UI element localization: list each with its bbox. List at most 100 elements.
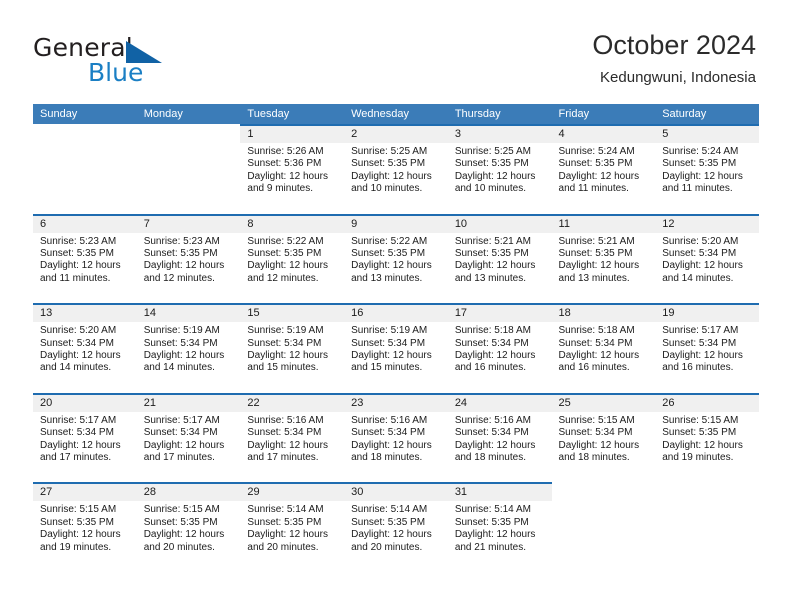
daylight-text-line2: and 11 minutes.: [662, 183, 733, 195]
sunset-text: Sunset: 5:35 PM: [454, 158, 529, 170]
day-details: Sunrise: 5:21 AM Sunset: 5:35 PM Daylight:…: [448, 233, 552, 286]
sunset-text: Sunset: 5:34 PM: [662, 248, 737, 259]
daylight-text-line2: and 12 minutes.: [143, 272, 215, 284]
daylight-text-line2: and 15 minutes.: [247, 362, 319, 374]
sunrise-text: Sunrise: 5:22 AM: [247, 235, 324, 247]
day-cell[interactable]: 9 Sunrise: 5:22 AM Sunset: 5:35 PM Daylight…: [344, 213, 448, 304]
day-cell[interactable]: 13 Sunrise: 5:20 AM Sunset: 5:34 PM Dayligh…: [33, 303, 137, 393]
day-cell[interactable]: 4 Sunrise: 5:24 AM Sunset: 5:35 PM Daylight…: [551, 124, 656, 214]
day-details: Sunrise: 5:19 AM Sunset: 5:34 PM Daylight:…: [344, 322, 448, 375]
weekday-header-tuesday: Tuesday: [247, 108, 290, 120]
daylight-text-line2: and 20 minutes.: [143, 541, 215, 553]
sunrise-text: Sunrise: 5:17 AM: [40, 414, 117, 426]
daylight-text-line1: Daylight: 12 hours: [558, 170, 640, 182]
day-cell[interactable]: 12 Sunrise: 5:20 AM Sunset: 5:34 PM Dayligh…: [655, 213, 759, 304]
day-number: [552, 482, 656, 499]
day-details: Sunrise: 5:26 AM Sunset: 5:36 PM Daylight:…: [240, 143, 344, 196]
week-row: 1 Sunrise: 5:26 AM Sunset: 5:36 PM Daylight…: [33, 124, 759, 214]
sunrise-text: Sunrise: 5:16 AM: [247, 414, 324, 426]
day-cell[interactable]: 8 Sunrise: 5:22 AM Sunset: 5:35 PM Daylight…: [240, 213, 345, 304]
day-number: 1: [240, 126, 345, 143]
day-cell[interactable]: 24 Sunrise: 5:16 AM Sunset: 5:34 PM Dayligh…: [447, 392, 552, 483]
sunset-text: Sunset: 5:35 PM: [40, 516, 114, 528]
day-cell[interactable]: 2 Sunrise: 5:25 AM Sunset: 5:35 PM Daylight…: [344, 124, 448, 214]
daylight-text-line2: and 16 minutes.: [558, 362, 630, 374]
day-details: Sunrise: 5:24 AM Sunset: 5:35 PM Daylight:…: [552, 143, 656, 196]
day-cell[interactable]: 1 Sunrise: 5:26 AM Sunset: 5:36 PM Daylight…: [240, 124, 345, 214]
sunrise-text: Sunrise: 5:20 AM: [662, 235, 739, 247]
daylight-text-line1: Daylight: 12 hours: [247, 529, 329, 541]
day-number: 7: [136, 215, 241, 233]
day-cell[interactable]: 14 Sunrise: 5:19 AM Sunset: 5:34 PM Dayligh…: [136, 303, 241, 393]
day-cell[interactable]: 23 Sunrise: 5:16 AM Sunset: 5:34 PM Dayligh…: [344, 392, 448, 483]
day-cell[interactable]: 11 Sunrise: 5:21 AM Sunset: 5:35 PM Dayligh…: [551, 213, 656, 304]
day-cell[interactable]: 28 Sunrise: 5:15 AM Sunset: 5:35 PM Dayligh…: [136, 482, 241, 572]
sunset-text: Sunset: 5:35 PM: [454, 248, 529, 259]
day-number: [137, 124, 241, 141]
daylight-text-line1: Daylight: 12 hours: [351, 350, 432, 361]
daylight-text-line1: Daylight: 12 hours: [454, 529, 536, 541]
brand-logo[interactable]: General Blue: [33, 33, 233, 89]
daylight-text-line1: Daylight: 12 hours: [558, 350, 640, 361]
daylight-text-line1: Daylight: 12 hours: [351, 529, 432, 541]
week-row: 6 Sunrise: 5:23 AM Sunset: 5:35 PM Daylight…: [33, 213, 759, 304]
day-details: Sunrise: 5:15 AM Sunset: 5:35 PM Daylight:…: [655, 412, 759, 465]
day-cell[interactable]: 20 Sunrise: 5:17 AM Sunset: 5:34 PM Dayligh…: [33, 392, 137, 483]
day-details: Sunrise: 5:19 AM Sunset: 5:34 PM Daylight:…: [137, 322, 241, 375]
day-cell[interactable]: 22 Sunrise: 5:16 AM Sunset: 5:34 PM Dayligh…: [240, 392, 345, 483]
day-cell[interactable]: 10 Sunrise: 5:21 AM Sunset: 5:35 PM Dayligh…: [447, 213, 552, 304]
day-details: Sunrise: 5:22 AM Sunset: 5:35 PM Daylight:…: [240, 233, 344, 286]
day-number: 21: [136, 394, 241, 412]
day-cell-empty: [655, 482, 759, 572]
day-number: 15: [240, 305, 345, 323]
daylight-text-line1: Daylight: 12 hours: [351, 260, 432, 272]
sunset-text: Sunset: 5:35 PM: [247, 248, 322, 259]
day-number: 16: [344, 305, 448, 323]
day-cell[interactable]: 19 Sunrise: 5:17 AM Sunset: 5:34 PM Dayligh…: [655, 303, 759, 393]
sunset-text: Sunset: 5:35 PM: [351, 158, 426, 170]
day-cell[interactable]: 26 Sunrise: 5:15 AM Sunset: 5:35 PM Dayligh…: [655, 392, 759, 483]
calendar-page: General Blue October 2024 Kedungwuni, In…: [0, 0, 792, 612]
daylight-text-line1: Daylight: 12 hours: [558, 260, 640, 272]
sunrise-text: Sunrise: 5:15 AM: [558, 414, 635, 426]
day-cell[interactable]: 21 Sunrise: 5:17 AM Sunset: 5:34 PM Dayligh…: [136, 392, 241, 483]
sunrise-text: Sunrise: 5:17 AM: [143, 414, 220, 426]
day-cell[interactable]: 27 Sunrise: 5:15 AM Sunset: 5:35 PM Dayligh…: [33, 482, 137, 572]
sunset-text: Sunset: 5:34 PM: [247, 337, 322, 349]
sunset-text: Sunset: 5:35 PM: [40, 248, 114, 259]
day-cell[interactable]: 5 Sunrise: 5:24 AM Sunset: 5:35 PM Daylight…: [655, 124, 759, 214]
sunset-text: Sunset: 5:34 PM: [351, 427, 426, 439]
daylight-text-line2: and 13 minutes.: [454, 272, 526, 284]
sunset-text: Sunset: 5:34 PM: [662, 337, 737, 349]
day-cell[interactable]: 17 Sunrise: 5:18 AM Sunset: 5:34 PM Dayligh…: [447, 303, 552, 393]
day-details: Sunrise: 5:17 AM Sunset: 5:34 PM Daylight:…: [137, 412, 241, 465]
day-cell[interactable]: 29 Sunrise: 5:14 AM Sunset: 5:35 PM Dayligh…: [240, 482, 345, 572]
day-details: Sunrise: 5:16 AM Sunset: 5:34 PM Daylight:…: [344, 412, 448, 465]
daylight-text-line1: Daylight: 12 hours: [40, 260, 121, 272]
day-cell[interactable]: 15 Sunrise: 5:19 AM Sunset: 5:34 PM Dayligh…: [240, 303, 345, 393]
daylight-text-line1: Daylight: 12 hours: [454, 260, 536, 272]
day-cell[interactable]: 3 Sunrise: 5:25 AM Sunset: 5:35 PM Daylight…: [447, 124, 552, 214]
sunrise-text: Sunrise: 5:19 AM: [143, 325, 220, 337]
day-cell[interactable]: 16 Sunrise: 5:19 AM Sunset: 5:34 PM Dayligh…: [344, 303, 448, 393]
day-cell[interactable]: 30 Sunrise: 5:14 AM Sunset: 5:35 PM Dayligh…: [344, 482, 448, 572]
day-cell[interactable]: 7 Sunrise: 5:23 AM Sunset: 5:35 PM Daylight…: [136, 213, 241, 304]
sunset-text: Sunset: 5:35 PM: [143, 516, 218, 528]
daylight-text-line2: and 10 minutes.: [351, 183, 423, 195]
day-details: Sunrise: 5:25 AM Sunset: 5:35 PM Daylight:…: [448, 143, 552, 196]
day-cell[interactable]: 6 Sunrise: 5:23 AM Sunset: 5:35 PM Daylight…: [33, 213, 137, 304]
sunset-text: Sunset: 5:35 PM: [558, 158, 633, 170]
daylight-text-line2: and 18 minutes.: [351, 452, 423, 463]
daylight-text-line1: Daylight: 12 hours: [143, 439, 225, 451]
sunset-text: Sunset: 5:35 PM: [247, 516, 322, 528]
daylight-text-line1: Daylight: 12 hours: [247, 170, 329, 182]
page-subtitle: Kedungwuni, Indonesia: [600, 69, 756, 86]
daylight-text-line1: Daylight: 12 hours: [143, 529, 225, 541]
day-details: Sunrise: 5:15 AM Sunset: 5:34 PM Daylight:…: [552, 412, 656, 465]
daylight-text-line2: and 16 minutes.: [662, 362, 734, 374]
day-cell[interactable]: 25 Sunrise: 5:15 AM Sunset: 5:34 PM Dayligh…: [551, 392, 656, 483]
day-cell[interactable]: 18 Sunrise: 5:18 AM Sunset: 5:34 PM Dayligh…: [551, 303, 656, 393]
day-details: Sunrise: 5:18 AM Sunset: 5:34 PM Daylight:…: [448, 322, 552, 375]
sunrise-text: Sunrise: 5:23 AM: [40, 235, 117, 247]
day-cell[interactable]: 31 Sunrise: 5:14 AM Sunset: 5:35 PM Dayligh…: [447, 482, 552, 572]
